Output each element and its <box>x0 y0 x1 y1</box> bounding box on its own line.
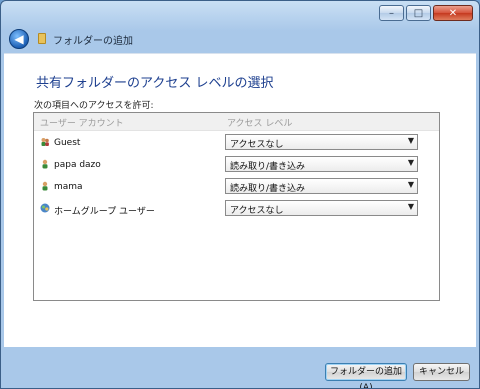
access-level-dropdown[interactable]: 読み取り/書き込み ▼ <box>225 178 418 194</box>
add-folder-button[interactable]: フォルダーの追加(A) <box>325 363 407 388</box>
access-level-value: 読み取り/書き込み <box>230 162 306 172</box>
column-header-access: アクセス レベル <box>227 119 293 129</box>
navigation-bar: ◀ フォルダーの追加 <box>1 25 479 53</box>
chevron-down-icon: ▼ <box>407 202 414 211</box>
dialog-title: フォルダーの追加 <box>53 36 133 47</box>
cancel-button[interactable]: キャンセル <box>413 363 470 381</box>
access-level-dropdown[interactable]: アクセスなし ▼ <box>225 200 418 216</box>
guest-user-icon <box>41 138 49 146</box>
user-icon <box>42 181 48 191</box>
user-row-homegroup[interactable]: ホームグループ ユーザー アクセスなし ▼ <box>34 198 439 220</box>
dialog-window: – □ ✕ ◀ フォルダーの追加 共有フォルダーのアクセス レベルの選択 次の項… <box>0 0 480 389</box>
column-header-user: ユーザー アカウント <box>40 119 124 129</box>
user-row-papa-dazo[interactable]: papa dazo 読み取り/書き込み ▼ <box>34 154 439 176</box>
maximize-button[interactable]: □ <box>406 5 431 21</box>
title-bar: – □ ✕ <box>1 1 479 25</box>
back-arrow-icon: ◀ <box>14 32 24 46</box>
page-heading: 共有フォルダーのアクセス レベルの選択 <box>36 76 274 91</box>
user-access-list[interactable]: ユーザー アカウント アクセス レベル Guest アクセスなし ▼ papa <box>33 112 440 301</box>
user-name: papa dazo <box>54 160 101 170</box>
chevron-down-icon: ▼ <box>407 158 414 167</box>
user-name: Guest <box>54 138 81 148</box>
homegroup-icon <box>40 203 50 213</box>
minimize-button[interactable]: – <box>379 5 404 21</box>
access-level-value: 読み取り/書き込み <box>230 184 306 194</box>
caption-buttons: – □ ✕ <box>379 5 473 21</box>
close-icon: ✕ <box>448 7 458 19</box>
user-name: ホームグループ ユーザー <box>54 207 155 217</box>
access-level-value: アクセスなし <box>230 140 284 150</box>
allow-access-label: 次の項目へのアクセスを許可: <box>34 101 154 111</box>
chevron-down-icon: ▼ <box>407 136 414 145</box>
list-header: ユーザー アカウント アクセス レベル <box>34 113 439 131</box>
user-name: mama <box>54 182 83 192</box>
maximize-icon: □ <box>413 7 424 19</box>
chevron-down-icon: ▼ <box>407 180 414 189</box>
access-level-value: アクセスなし <box>230 206 284 216</box>
close-button[interactable]: ✕ <box>433 5 473 21</box>
access-level-dropdown[interactable]: アクセスなし ▼ <box>225 134 418 150</box>
folder-icon <box>38 33 46 44</box>
back-button[interactable]: ◀ <box>9 29 29 49</box>
user-row-guest[interactable]: Guest アクセスなし ▼ <box>34 132 439 154</box>
minimize-icon: – <box>389 7 394 19</box>
user-row-mama[interactable]: mama 読み取り/書き込み ▼ <box>34 176 439 198</box>
access-level-dropdown[interactable]: 読み取り/書き込み ▼ <box>225 156 418 172</box>
content-pane: 共有フォルダーのアクセス レベルの選択 次の項目へのアクセスを許可: ユーザー … <box>4 53 476 347</box>
button-bar: フォルダーの追加(A) キャンセル <box>1 346 479 388</box>
user-icon <box>42 159 48 169</box>
